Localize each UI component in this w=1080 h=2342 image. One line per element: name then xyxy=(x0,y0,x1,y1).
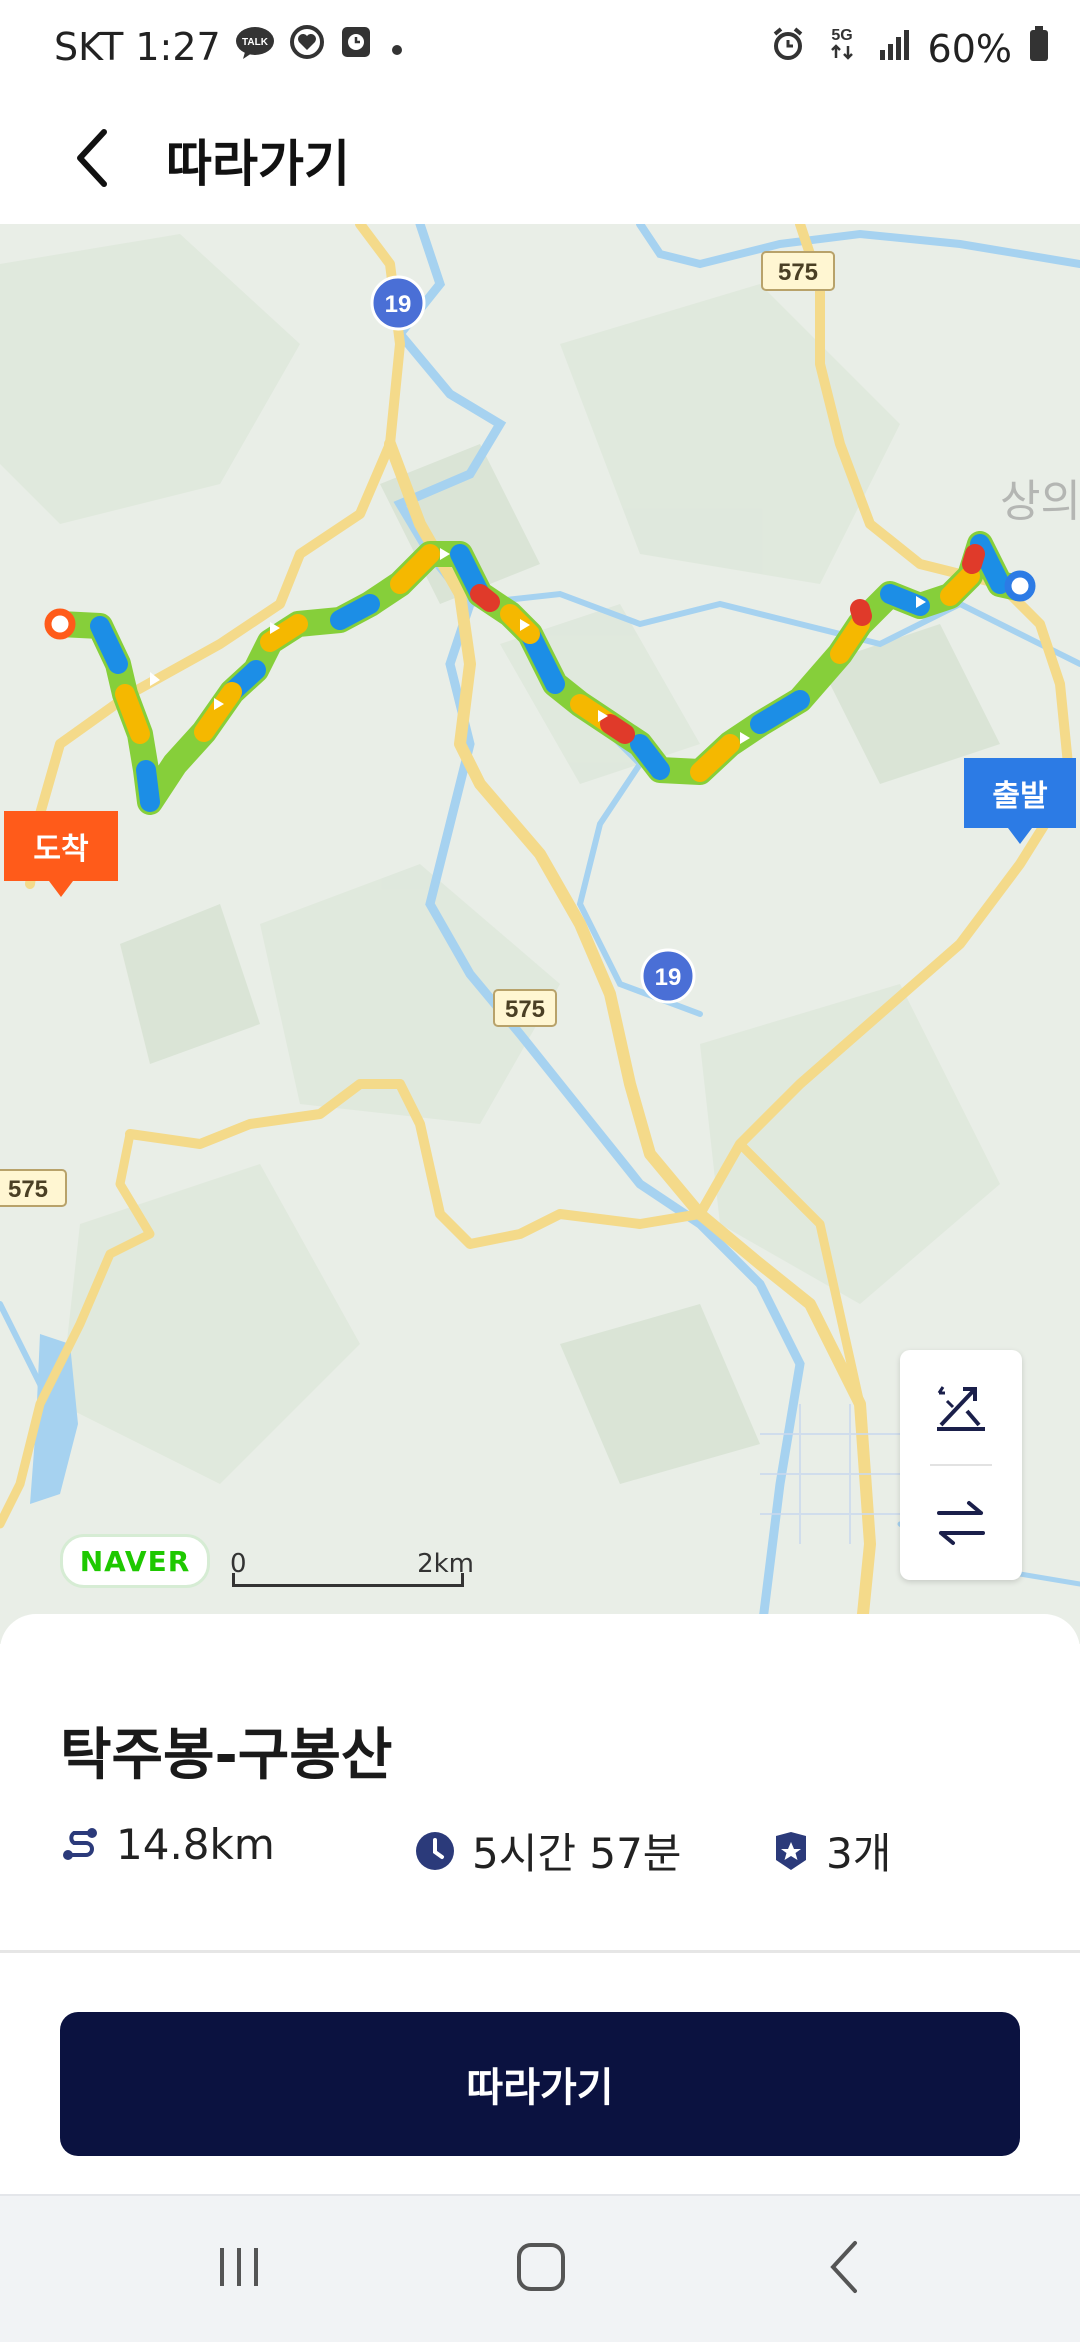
duration-value: 5시간 57분 xyxy=(472,1829,682,1878)
status-right: 5G 60% xyxy=(770,24,1050,73)
talk-icon: TALK xyxy=(235,25,275,69)
alarm-icon xyxy=(770,26,806,71)
battery-icon xyxy=(1028,25,1050,72)
road-shield-19-top: 19 xyxy=(370,275,426,331)
carrier-time: SKT 1:27 xyxy=(54,24,221,69)
course-stats: 14.8km 5시간 57분 3개 xyxy=(60,1820,1040,1880)
status-bar: SKT 1:27 TALK 5G 60% xyxy=(0,0,1080,100)
reverse-route-icon xyxy=(937,1501,985,1545)
svg-text:575: 575 xyxy=(778,259,818,286)
naver-logo: NAVER xyxy=(60,1534,210,1588)
5g-icon: 5G xyxy=(822,24,862,73)
scale-bar xyxy=(232,1573,464,1587)
battery-percent: 60% xyxy=(927,26,1012,71)
back-icon xyxy=(830,2241,857,2293)
map-view[interactable]: 575 19 19 575 575 상의 도착 출발 NAVER 0 2km xyxy=(0,224,1080,1644)
badge-star-icon xyxy=(776,1831,806,1870)
road-shield-575-left: 575 xyxy=(0,1169,67,1207)
page-title: 따라가기 xyxy=(166,135,350,193)
place-label: 상의 xyxy=(1000,476,1080,527)
road-shield-19-mid: 19 xyxy=(640,948,696,1004)
svg-text:575: 575 xyxy=(505,996,545,1023)
app-header: 따라가기 xyxy=(0,100,1080,224)
stat-distance: 14.8km xyxy=(60,1820,275,1869)
sheet-divider xyxy=(0,1950,1080,1953)
checkpoints-value: 3개 xyxy=(826,1829,892,1878)
distance-value: 14.8km xyxy=(116,1820,275,1869)
status-left: SKT 1:27 TALK xyxy=(54,24,407,69)
system-nav-bar xyxy=(0,2194,1080,2342)
follow-button[interactable]: 따라가기 xyxy=(60,2012,1020,2156)
course-title: 탁주봉-구봉산 xyxy=(60,1723,393,1788)
svg-text:19: 19 xyxy=(655,964,682,991)
stat-checkpoints: 3개 xyxy=(772,1820,891,1881)
talk-badge-text: TALK xyxy=(242,37,269,48)
svg-text:19: 19 xyxy=(385,291,412,318)
clock-icon xyxy=(416,1831,454,1870)
end-point-dot xyxy=(44,608,76,640)
home-button[interactable] xyxy=(496,2232,586,2302)
recent-apps-button[interactable] xyxy=(194,2232,284,2302)
back-button[interactable] xyxy=(52,118,132,198)
road-shield-575-top: 575 xyxy=(761,251,835,291)
heart-icon xyxy=(289,24,325,69)
dot-icon xyxy=(387,25,407,69)
end-marker[interactable]: 도착 xyxy=(4,811,118,881)
stat-duration: 5시간 57분 xyxy=(414,1820,681,1881)
elevation-toggle-button[interactable] xyxy=(900,1350,1022,1464)
clock-app-icon xyxy=(339,24,373,69)
system-back-button[interactable] xyxy=(800,2232,890,2302)
network-text: 5G xyxy=(831,27,852,44)
map-scale: 0 2km xyxy=(230,1549,474,1589)
route-distance-icon xyxy=(63,1827,97,1860)
start-point-dot xyxy=(1004,570,1036,602)
signal-icon xyxy=(878,27,912,71)
elevation-toggle-icon xyxy=(937,1386,985,1431)
map-controls xyxy=(900,1350,1022,1580)
chevron-left-icon xyxy=(77,129,107,187)
svg-text:575: 575 xyxy=(8,1176,48,1203)
road-shield-575-mid: 575 xyxy=(493,989,557,1027)
home-icon xyxy=(517,2243,565,2291)
reverse-route-button[interactable] xyxy=(900,1466,1022,1580)
start-marker[interactable]: 출발 xyxy=(964,758,1076,828)
recent-apps-icon xyxy=(220,2248,258,2286)
